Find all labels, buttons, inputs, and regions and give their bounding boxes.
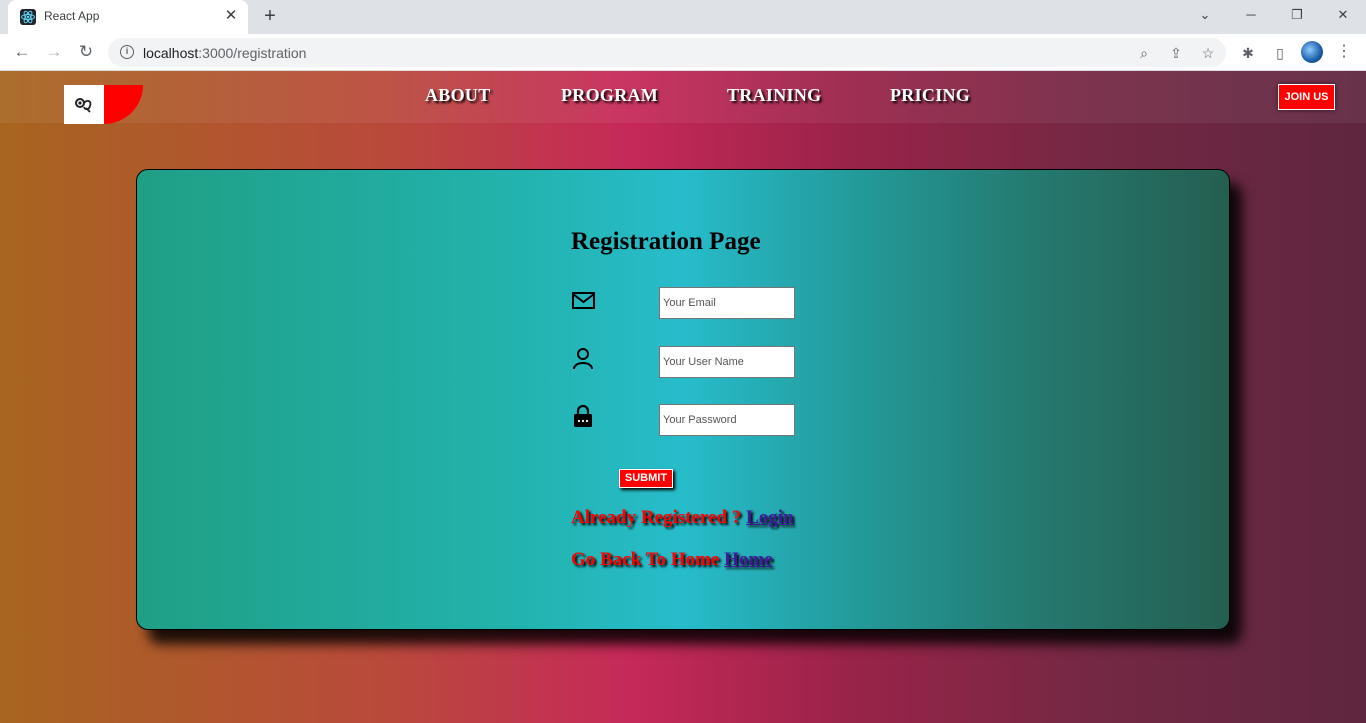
- extensions-icon[interactable]: ✱: [1238, 43, 1258, 63]
- login-prompt: Already Registered ? Login: [571, 507, 794, 528]
- nav-about[interactable]: ABOUT: [425, 85, 491, 106]
- share-icon[interactable]: ⇪: [1166, 43, 1186, 63]
- minimize-icon[interactable]: ─: [1228, 0, 1274, 30]
- info-icon[interactable]: i: [120, 45, 134, 59]
- menu-icon[interactable]: ⋮: [1336, 43, 1352, 61]
- logo-mark-icon: [75, 98, 92, 113]
- email-field[interactable]: [659, 287, 795, 319]
- react-logo-icon: [20, 9, 36, 25]
- login-link[interactable]: Login: [746, 507, 794, 528]
- submit-button[interactable]: SUBMIT: [619, 469, 673, 488]
- page-title: Registration Page: [571, 228, 761, 255]
- bookmark-star-icon[interactable]: ☆: [1198, 43, 1218, 63]
- password-field[interactable]: [659, 404, 795, 436]
- window-close-icon[interactable]: ✕: [1320, 0, 1366, 30]
- tab-close-icon[interactable]: ✕: [222, 7, 240, 25]
- address-bar[interactable]: i localhost:3000/registration ⌕ ⇪ ☆: [108, 38, 1226, 67]
- zoom-icon[interactable]: ⌕: [1134, 43, 1154, 63]
- envelope-icon: [572, 292, 595, 309]
- url-text[interactable]: localhost:3000/registration: [143, 45, 306, 61]
- user-icon: [573, 348, 593, 370]
- username-field[interactable]: [659, 346, 795, 378]
- home-link[interactable]: Home: [724, 549, 773, 570]
- nav-pricing[interactable]: PRICING: [890, 85, 970, 106]
- home-prompt: Go Back To Home Home: [571, 549, 773, 570]
- tab-title: React App: [44, 9, 100, 23]
- back-icon[interactable]: ←: [10, 40, 34, 64]
- side-panel-icon[interactable]: ▯: [1270, 43, 1290, 63]
- nav-program[interactable]: PROGRAM: [561, 85, 658, 106]
- new-tab-button[interactable]: +: [259, 5, 281, 27]
- nav-training[interactable]: TRAINING: [727, 85, 821, 106]
- tab-search-icon[interactable]: ⌄: [1182, 0, 1228, 30]
- browser-toolbar: ← → ↻ i localhost:3000/registration ⌕ ⇪ …: [0, 34, 1366, 71]
- site-navbar: ABOUT PROGRAM TRAINING PRICING JOIN US: [0, 71, 1366, 124]
- tab-strip: React App ✕ + ⌄ ─ ❐ ✕: [0, 0, 1366, 34]
- restore-icon[interactable]: ❐: [1274, 0, 1320, 30]
- lock-icon: [574, 404, 592, 427]
- profile-avatar[interactable]: [1301, 41, 1323, 63]
- page-background: ABOUT PROGRAM TRAINING PRICING JOIN US R…: [0, 71, 1366, 723]
- browser-tab[interactable]: React App ✕: [8, 0, 248, 34]
- registration-card: Registration Page SUBMIT Already Registe…: [136, 169, 1230, 630]
- join-us-button[interactable]: JOIN US: [1278, 84, 1335, 110]
- reload-icon[interactable]: ↻: [74, 40, 98, 64]
- forward-icon[interactable]: →: [42, 40, 66, 64]
- site-logo[interactable]: [64, 85, 143, 124]
